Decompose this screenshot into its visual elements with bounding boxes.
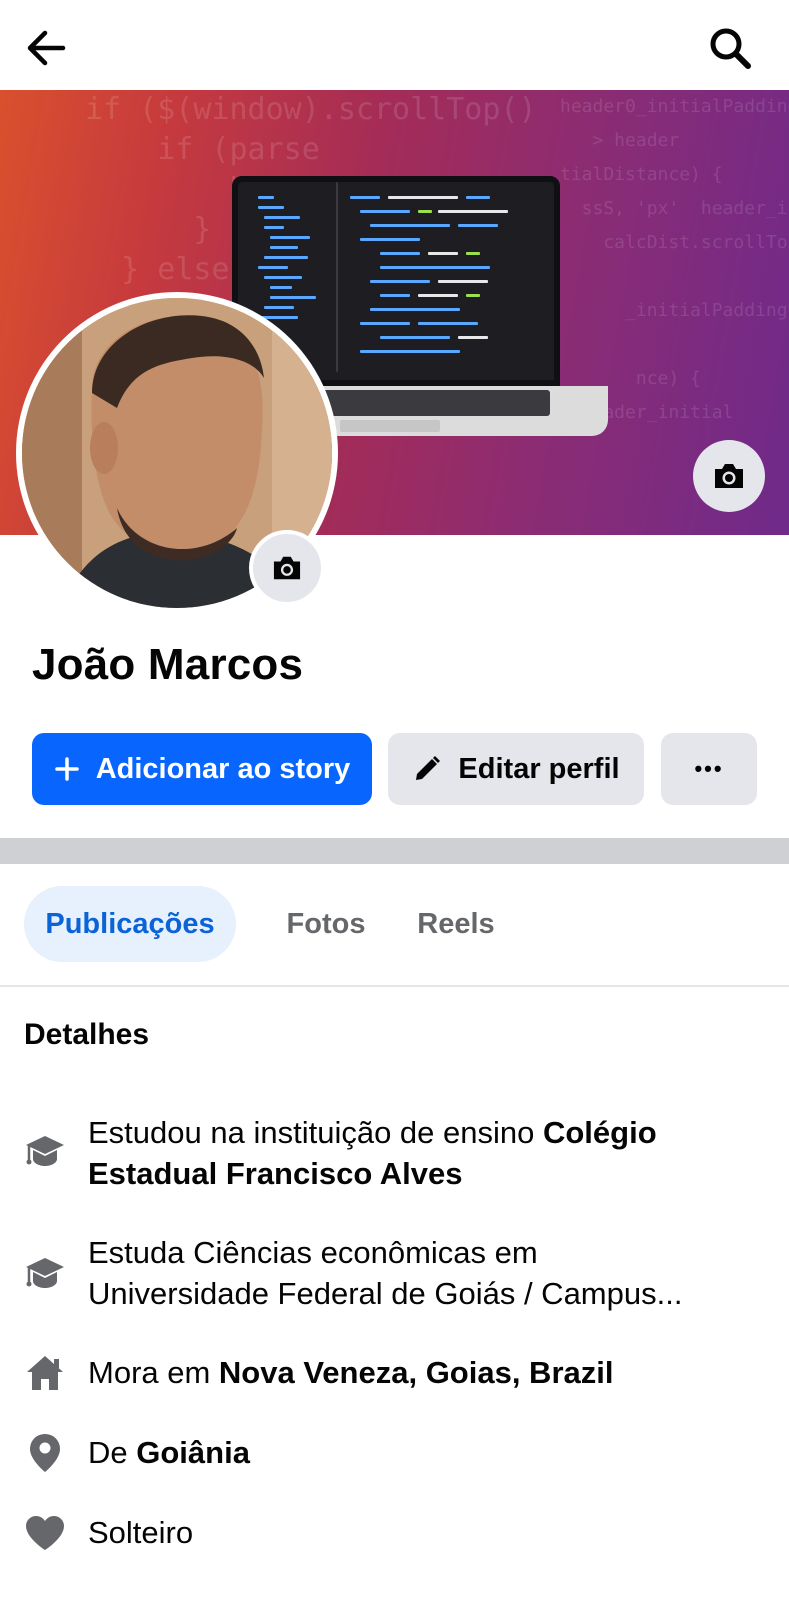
profile-tabs: Publicações Fotos Reels (0, 886, 789, 962)
more-options-button[interactable]: ••• (661, 733, 757, 805)
detail-text-university: Estuda Ciências econômicas em Universida… (88, 1235, 683, 1311)
tab-publicacoes[interactable]: Publicações (24, 886, 236, 962)
detail-text-school: Estudou na instituição de ensino Colégio… (88, 1115, 657, 1191)
edit-profile-button[interactable]: Editar perfil (388, 733, 644, 805)
home-icon (22, 1350, 68, 1396)
section-divider (0, 838, 789, 864)
graduation-cap-icon (22, 1250, 68, 1296)
detail-text-lives-in: Mora em Nova Veneza, Goias, Brazil (88, 1355, 614, 1390)
search-icon (710, 28, 751, 69)
cover-camera-button[interactable] (693, 440, 765, 512)
back-button[interactable] (18, 20, 74, 76)
edit-profile-label: Editar perfil (458, 752, 620, 785)
avatar-camera-button[interactable] (249, 530, 325, 606)
graduation-cap-icon (22, 1128, 68, 1174)
top-bar (0, 0, 789, 90)
details-title: Detalhes (24, 1018, 150, 1051)
pencil-icon (412, 754, 442, 784)
heart-icon (22, 1510, 68, 1556)
arrow-left-icon (27, 30, 66, 66)
add-story-label: Adicionar ao story (95, 752, 351, 785)
detail-text-relationship: Solteiro (88, 1515, 194, 1550)
cover-code-texture-right: header0_initialPadding > header tialDist… (560, 96, 789, 423)
tab-fotos[interactable]: Fotos (266, 886, 386, 962)
tab-reels[interactable]: Reels (406, 886, 506, 962)
camera-icon (273, 556, 301, 580)
detail-text-from: De Goiânia (88, 1435, 250, 1470)
plus-icon (54, 756, 80, 782)
add-story-button[interactable]: Adicionar ao story (32, 733, 372, 805)
search-button[interactable] (702, 20, 758, 76)
location-pin-icon (22, 1430, 68, 1476)
laptop-touchpad (340, 420, 440, 432)
tabs-divider (0, 985, 789, 987)
camera-icon (715, 464, 743, 488)
more-dots-icon: ••• (694, 756, 724, 781)
profile-name: João Marcos (32, 640, 304, 689)
